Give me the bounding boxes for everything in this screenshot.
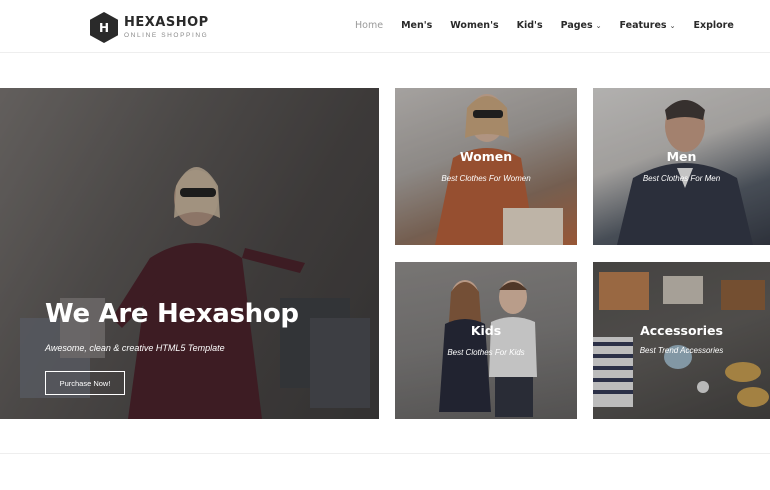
card-overlay: [593, 262, 770, 419]
category-card-men[interactable]: Men Best Clothes For Men: [593, 88, 770, 245]
category-title: Kids: [470, 323, 502, 338]
category-card-accessories[interactable]: Accessories Best Trend Accessories: [593, 262, 770, 419]
hero-subtitle: Awesome, clean & creative HTML5 Template: [45, 343, 225, 353]
logo-letter: H: [99, 21, 109, 35]
chevron-down-icon: ⌄: [595, 21, 602, 30]
category-subtitle: Best Clothes For Men: [642, 174, 721, 183]
hexagon-logo-icon: H: [90, 12, 118, 43]
category-title: Women: [459, 149, 513, 164]
purchase-now-button[interactable]: Purchase Now!: [45, 371, 125, 395]
nav-label: Kid's: [516, 20, 543, 31]
brand-logo[interactable]: H HEXASHOP ONLINE SHOPPING: [90, 12, 209, 43]
nav-label: Explore: [693, 20, 734, 31]
nav-item-mens[interactable]: Men's: [401, 20, 432, 31]
category-subtitle: Best Clothes For Women: [441, 174, 531, 183]
category-title: Men: [666, 149, 697, 164]
category-title: Accessories: [640, 323, 723, 338]
main-nav: Home Men's Women's Kid's Pages ⌄ Features…: [355, 20, 752, 31]
brand-tagline: ONLINE SHOPPING: [124, 32, 209, 39]
brand-name: HEXASHOP: [124, 15, 209, 30]
nav-item-explore[interactable]: Explore: [693, 20, 733, 31]
hero-banner: We Are Hexashop Awesome, clean & creativ…: [0, 88, 379, 419]
nav-label: Women's: [450, 20, 499, 31]
category-subtitle: Best Trend Accessories: [639, 346, 724, 355]
nav-item-features[interactable]: Features ⌄: [620, 20, 676, 31]
nav-label: Features: [619, 20, 667, 31]
nav-item-pages[interactable]: Pages ⌄: [561, 20, 602, 31]
card-overlay: [395, 262, 577, 419]
chevron-down-icon: ⌄: [669, 21, 676, 30]
nav-label: Pages: [560, 20, 593, 31]
hero-title: We Are Hexashop: [45, 299, 299, 329]
nav-item-womens[interactable]: Women's: [450, 20, 498, 31]
hero-overlay: [0, 88, 379, 419]
category-card-women[interactable]: Women Best Clothes For Women: [395, 88, 577, 245]
category-card-kids[interactable]: Kids Best Clothes For Kids: [395, 262, 577, 419]
nav-label: Men's: [401, 20, 433, 31]
nav-item-kids[interactable]: Kid's: [517, 20, 543, 31]
card-overlay: [593, 88, 770, 245]
logo-text: HEXASHOP ONLINE SHOPPING: [124, 15, 209, 40]
section-divider: [0, 453, 770, 454]
nav-item-home[interactable]: Home: [355, 20, 383, 31]
category-subtitle: Best Clothes For Kids: [447, 348, 525, 357]
nav-label: Home: [355, 20, 384, 31]
site-header: H HEXASHOP ONLINE SHOPPING Home Men's Wo…: [0, 0, 770, 53]
card-overlay: [395, 88, 577, 245]
